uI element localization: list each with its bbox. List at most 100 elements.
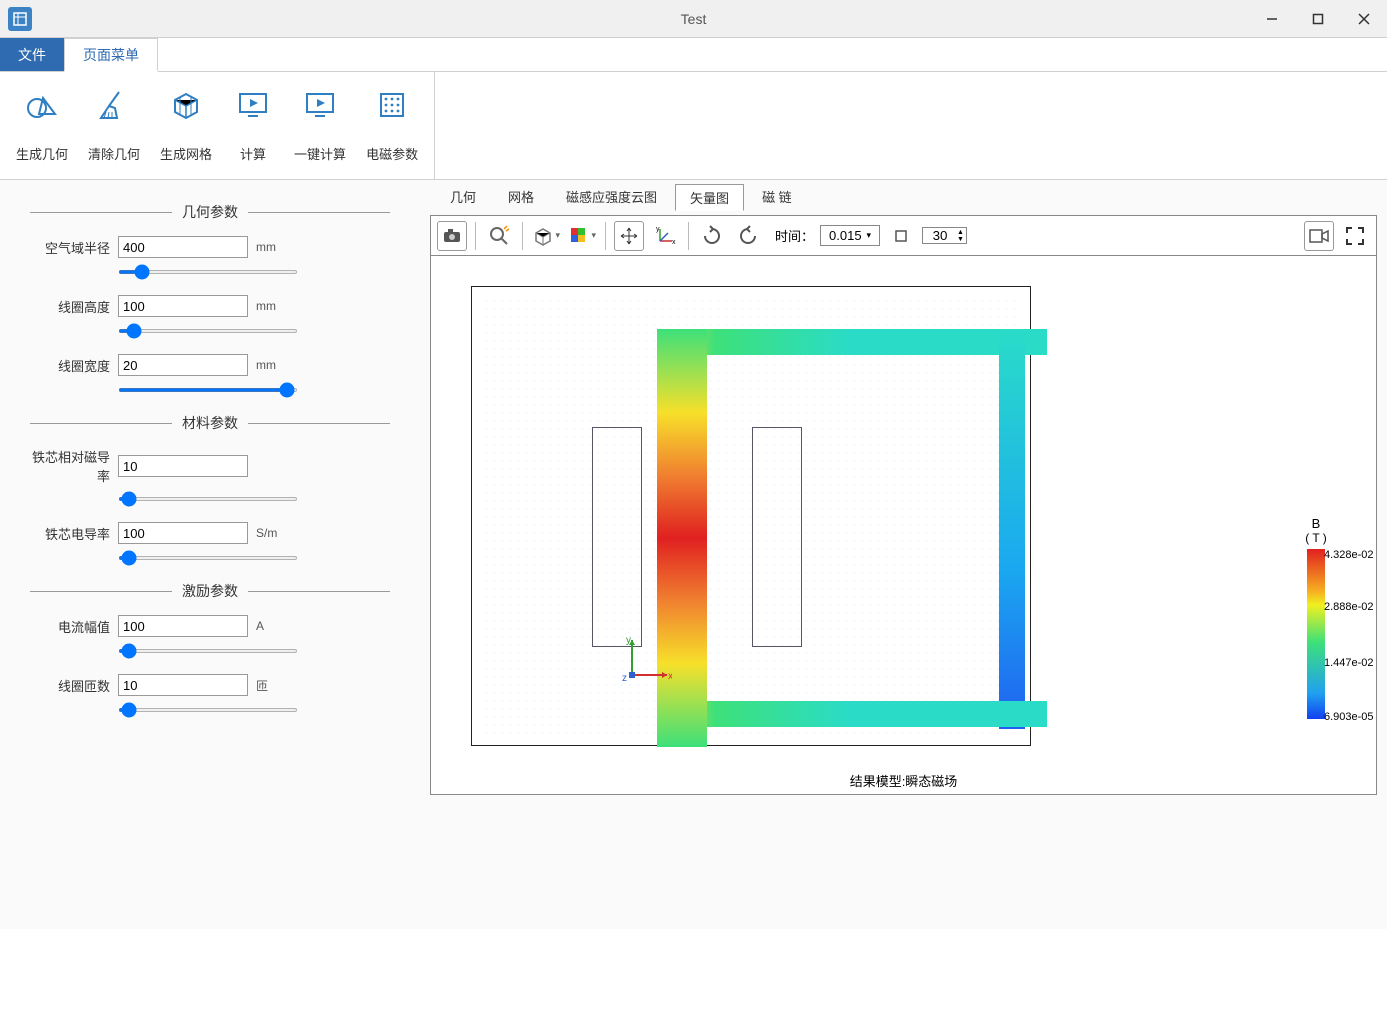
tab-mesh[interactable]: 网格: [494, 184, 548, 211]
window-title: Test: [681, 11, 707, 27]
svg-text:x: x: [672, 239, 676, 246]
air-radius-input[interactable]: [118, 236, 248, 258]
gen-geom-button[interactable]: 生成几何: [6, 82, 78, 169]
param-current-amp: 电流幅值 A: [30, 615, 390, 637]
perm-slider[interactable]: [118, 497, 298, 501]
air-radius-slider[interactable]: [118, 270, 298, 274]
tab-bcontour[interactable]: 磁感应强度云图: [552, 184, 671, 211]
onekey-button[interactable]: 一键计算: [284, 82, 356, 169]
core-right: [999, 329, 1025, 729]
svg-text:y: y: [626, 635, 631, 646]
content: 几何参数 空气域半径 mm 线圈高度 mm 线圈宽度 mm 材料参数 铁芯相对磁…: [0, 180, 1387, 929]
param-coil-height: 线圈高度 mm: [30, 295, 390, 317]
param-coil-width: 线圈宽度 mm: [30, 354, 390, 376]
spin-up[interactable]: ▲: [957, 229, 964, 236]
sphere-triangle-icon: [25, 88, 59, 122]
turns-slider[interactable]: [118, 708, 298, 712]
conduct-input[interactable]: [118, 522, 248, 544]
menu-file[interactable]: 文件: [0, 38, 64, 71]
clear-geom-label: 清除几何: [88, 144, 140, 163]
plot-area[interactable]: x y z B ( T ) 4.328e-02 2.888e-02 1.447e…: [431, 256, 1376, 794]
turns-label: 线圈匝数: [30, 676, 110, 695]
play-monitor-icon: [236, 88, 270, 122]
legend-tick-2: 1.447e-02: [1324, 657, 1374, 669]
coil-left: [592, 427, 642, 647]
frame-spinner[interactable]: ▲▼: [922, 227, 967, 244]
transparency-icon[interactable]: [531, 221, 561, 251]
tab-vector[interactable]: 矢量图: [675, 184, 744, 211]
coil-height-input[interactable]: [118, 295, 248, 317]
turns-unit: 匝: [256, 677, 296, 694]
param-conductivity: 铁芯电导率 S/m: [30, 522, 390, 544]
menu-page[interactable]: 页面菜单: [64, 38, 158, 72]
coil-right: [752, 427, 802, 647]
minimize-button[interactable]: [1249, 0, 1295, 38]
pan-icon[interactable]: [614, 221, 644, 251]
colorcube-icon[interactable]: [567, 221, 597, 251]
coil-height-label: 线圈高度: [30, 297, 110, 316]
menubar: 文件 页面菜单: [0, 38, 1387, 72]
onekey-label: 一键计算: [294, 144, 346, 163]
frame-input[interactable]: [925, 228, 955, 243]
air-radius-label: 空气域半径: [30, 238, 110, 257]
camera-icon[interactable]: [437, 221, 467, 251]
legend-tick-1: 2.888e-02: [1324, 601, 1374, 613]
maximize-button[interactable]: [1295, 0, 1341, 38]
conduct-label: 铁芯电导率: [30, 524, 110, 543]
ribbon-group: 生成几何 清除几何 生成网格 计算 一键计算 电磁参数: [0, 72, 435, 179]
curr-amp-input[interactable]: [118, 615, 248, 637]
perm-label: 铁芯相对磁导率: [30, 447, 110, 485]
ribbon: 生成几何 清除几何 生成网格 计算 一键计算 电磁参数: [0, 72, 1387, 180]
curr-amp-slider[interactable]: [118, 649, 298, 653]
rotate-ccw-icon[interactable]: [733, 221, 763, 251]
param-air-radius: 空气域半径 mm: [30, 236, 390, 258]
coil-width-slider[interactable]: [118, 388, 298, 392]
plot-caption: 结果模型:瞬态磁场: [850, 771, 958, 790]
zoom-icon[interactable]: [484, 221, 514, 251]
color-legend: B ( T ) 4.328e-02 2.888e-02 1.447e-02 6.…: [1266, 516, 1366, 723]
axes-view-icon[interactable]: xy: [650, 221, 680, 251]
legend-tick-3: 6.903e-05: [1324, 711, 1374, 723]
stop-icon[interactable]: [886, 221, 916, 251]
time-label: 时间：: [775, 226, 814, 245]
em-params-label: 电磁参数: [366, 144, 418, 163]
axis-triad: x y z: [622, 635, 672, 685]
clear-geom-button[interactable]: 清除几何: [78, 82, 150, 169]
legend-title2: ( T ): [1266, 531, 1366, 545]
plot-box: x y z: [471, 286, 1031, 746]
legend-tick-0: 4.328e-02: [1324, 549, 1374, 561]
window-controls: [1249, 0, 1387, 38]
section-material: 材料参数: [30, 413, 390, 433]
matrix-icon: [375, 88, 409, 122]
sidebar: 几何参数 空气域半径 mm 线圈高度 mm 线圈宽度 mm 材料参数 铁芯相对磁…: [0, 180, 420, 929]
conduct-unit: S/m: [256, 526, 296, 540]
tab-geom[interactable]: 几何: [436, 184, 490, 211]
legend-title1: B: [1266, 516, 1366, 531]
svg-text:x: x: [668, 671, 672, 682]
rotate-cw-icon[interactable]: [697, 221, 727, 251]
compute-button[interactable]: 计算: [222, 82, 284, 169]
vector-field: [482, 297, 1020, 735]
coil-height-unit: mm: [256, 299, 296, 313]
spin-down[interactable]: ▼: [957, 236, 964, 243]
result-tabs: 几何 网格 磁感应强度云图 矢量图 磁 链: [430, 184, 1377, 211]
em-params-button[interactable]: 电磁参数: [356, 82, 428, 169]
viewer: xy 时间： 0.015▾ ▲▼: [430, 215, 1377, 795]
coil-height-slider[interactable]: [118, 329, 298, 333]
coil-width-label: 线圈宽度: [30, 356, 110, 375]
gen-mesh-button[interactable]: 生成网格: [150, 82, 222, 169]
turns-input[interactable]: [118, 674, 248, 696]
video-icon[interactable]: [1304, 221, 1334, 251]
param-permeability: 铁芯相对磁导率: [30, 447, 390, 485]
air-radius-unit: mm: [256, 240, 296, 254]
param-turns: 线圈匝数 匝: [30, 674, 390, 696]
perm-input[interactable]: [118, 455, 248, 477]
fullscreen-icon[interactable]: [1340, 221, 1370, 251]
time-dropdown[interactable]: 0.015▾: [820, 225, 880, 246]
close-button[interactable]: [1341, 0, 1387, 38]
conduct-slider[interactable]: [118, 556, 298, 560]
svg-text:z: z: [622, 673, 627, 684]
coil-width-input[interactable]: [118, 354, 248, 376]
main: 几何 网格 磁感应强度云图 矢量图 磁 链 xy 时间： 0.015▾: [420, 180, 1387, 929]
tab-flux[interactable]: 磁 链: [748, 184, 806, 211]
